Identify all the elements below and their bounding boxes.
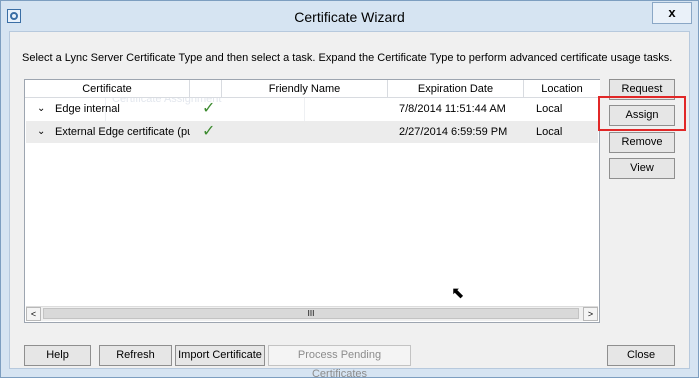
column-header-location[interactable]: Location <box>524 80 600 98</box>
expiration-date: 2/27/2014 6:59:59 PM <box>399 126 508 138</box>
certificate-wizard-window: Certificate Wizard x Select a Lync Serve… <box>0 0 699 380</box>
expand-chevron-icon[interactable]: ⌄ <box>37 121 45 143</box>
refresh-button[interactable]: Refresh <box>99 345 172 366</box>
horizontal-scrollbar[interactable]: < III > <box>26 306 598 321</box>
column-header-friendly-name[interactable]: Friendly Name <box>222 80 388 98</box>
scroll-thumb[interactable]: III <box>43 308 579 319</box>
column-header-expiration-date[interactable]: Expiration Date <box>388 80 524 98</box>
column-header-certificate[interactable]: Certificate <box>25 80 190 98</box>
table-row[interactable]: ⌄ Edge internal ✓ 7/8/2014 11:51:44 AM L… <box>26 98 598 120</box>
instructions-text: Select a Lync Server Certificate Type an… <box>22 52 673 64</box>
certificate-name: External Edge certificate (pu <box>55 126 190 138</box>
window-title: Certificate Wizard <box>294 9 405 25</box>
friendly-name <box>231 98 381 120</box>
help-button[interactable]: Help <box>24 345 91 366</box>
mouse-pointer-icon: ⬉ <box>451 285 465 302</box>
close-window-button[interactable]: x <box>652 2 692 24</box>
assign-highlight-box <box>598 96 686 131</box>
friendly-name <box>231 121 381 143</box>
certificate-name: Edge internal <box>55 103 120 115</box>
close-button[interactable]: Close <box>607 345 675 366</box>
scroll-left-icon[interactable]: < <box>26 307 41 321</box>
dialog-body: Select a Lync Server Certificate Type an… <box>9 31 690 380</box>
check-icon: ✓ <box>202 100 216 117</box>
certificate-grid[interactable]: Certificate Assignment Certificate Frien… <box>24 79 600 323</box>
table-row[interactable]: ⌄ External Edge certificate (pu ✓ 2/27/2… <box>26 121 598 143</box>
expiration-date: 7/8/2014 11:51:44 AM <box>399 103 506 115</box>
location: Local <box>536 103 563 115</box>
expand-chevron-icon[interactable]: ⌄ <box>37 98 45 120</box>
column-header-status[interactable] <box>190 80 222 98</box>
scroll-right-icon[interactable]: > <box>583 307 598 321</box>
title-bar[interactable]: Certificate Wizard x <box>1 1 698 31</box>
check-icon: ✓ <box>202 123 216 140</box>
view-button[interactable]: View <box>609 158 675 179</box>
process-pending-certificates-button[interactable]: Process Pending Certificates <box>268 345 411 380</box>
remove-button[interactable]: Remove <box>609 132 675 153</box>
import-certificate-button[interactable]: Import Certificate <box>175 345 265 366</box>
location: Local <box>536 126 563 138</box>
